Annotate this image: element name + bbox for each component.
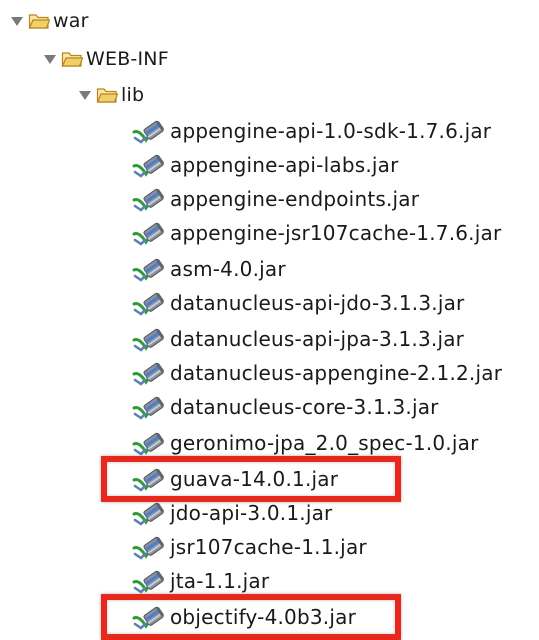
folder-open-icon: [61, 50, 83, 68]
jar-icon: [132, 152, 166, 178]
jar-label: jta-1.1.jar: [170, 569, 270, 593]
jar-icon: [132, 430, 166, 456]
jar-label: datanucleus-api-jpa-3.1.3.jar: [170, 327, 465, 351]
tree-node-lib[interactable]: lib: [78, 78, 144, 112]
tree-node-jar[interactable]: datanucleus-api-jpa-3.1.3.jar: [132, 322, 464, 356]
jar-label: jsr107cache-1.1.jar: [170, 535, 367, 559]
tree-node-jar[interactable]: jta-1.1.jar: [132, 564, 269, 598]
jar-icon: [132, 326, 166, 352]
tree-node-jar[interactable]: datanucleus-core-3.1.3.jar: [132, 390, 439, 424]
jar-icon: [132, 466, 166, 492]
jar-icon: [132, 500, 166, 526]
tree-node-war[interactable]: war: [10, 4, 89, 38]
tree-node-jar[interactable]: jsr107cache-1.1.jar: [132, 530, 367, 564]
tree-node-jar[interactable]: objectify-4.0b3.jar: [132, 600, 356, 634]
tree-node-label: lib: [121, 84, 145, 106]
expand-triangle-icon[interactable]: [43, 52, 57, 66]
expand-triangle-icon[interactable]: [78, 88, 92, 102]
jar-icon: [132, 118, 166, 144]
tree-node-jar[interactable]: asm-4.0.jar: [132, 252, 286, 286]
tree-node-jar[interactable]: guava-14.0.1.jar: [132, 462, 338, 496]
tree-node-web-inf[interactable]: WEB-INF: [43, 42, 169, 76]
tree-node-label: WEB-INF: [86, 48, 169, 70]
tree-node-label: war: [53, 10, 89, 32]
tree-node-jar[interactable]: appengine-jsr107cache-1.7.6.jar: [132, 216, 501, 250]
jar-label: datanucleus-appengine-2.1.2.jar: [170, 361, 503, 385]
jar-label: asm-4.0.jar: [170, 257, 286, 281]
jar-label: appengine-api-1.0-sdk-1.7.6.jar: [170, 119, 492, 143]
jar-label: geronimo-jpa_2.0_spec-1.0.jar: [170, 431, 479, 455]
jar-label: appengine-api-labs.jar: [170, 153, 399, 177]
jar-icon: [132, 604, 166, 630]
jar-icon: [132, 360, 166, 386]
jar-icon: [132, 394, 166, 420]
jar-icon: [132, 256, 166, 282]
jar-icon: [132, 534, 166, 560]
tree-node-jar[interactable]: geronimo-jpa_2.0_spec-1.0.jar: [132, 426, 479, 460]
tree-node-jar[interactable]: appengine-api-1.0-sdk-1.7.6.jar: [132, 114, 491, 148]
jar-icon: [132, 186, 166, 212]
jar-icon: [132, 290, 166, 316]
tree-node-jar[interactable]: datanucleus-appengine-2.1.2.jar: [132, 356, 502, 390]
tree-node-jar[interactable]: appengine-api-labs.jar: [132, 148, 399, 182]
jar-label: objectify-4.0b3.jar: [170, 605, 356, 629]
jar-label: guava-14.0.1.jar: [170, 467, 339, 491]
jar-icon: [132, 568, 166, 594]
jar-label: datanucleus-api-jdo-3.1.3.jar: [170, 291, 465, 315]
folder-open-icon: [28, 12, 50, 30]
tree-node-jar[interactable]: jdo-api-3.0.1.jar: [132, 496, 332, 530]
jar-label: datanucleus-core-3.1.3.jar: [170, 395, 439, 419]
jar-label: jdo-api-3.0.1.jar: [170, 501, 333, 525]
tree-node-jar[interactable]: datanucleus-api-jdo-3.1.3.jar: [132, 286, 464, 320]
folder-open-icon: [96, 86, 118, 104]
expand-triangle-icon[interactable]: [10, 14, 24, 28]
jar-label: appengine-jsr107cache-1.7.6.jar: [170, 221, 502, 245]
tree-node-jar[interactable]: appengine-endpoints.jar: [132, 182, 419, 216]
jar-icon: [132, 220, 166, 246]
jar-label: appengine-endpoints.jar: [170, 187, 420, 211]
